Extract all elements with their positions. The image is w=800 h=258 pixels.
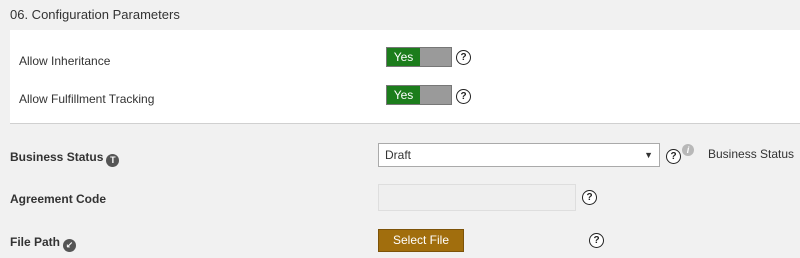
file-path-label-text: File Path: [10, 235, 61, 249]
toggle-off-segment: [420, 48, 451, 66]
allow-fulfillment-tracking-label: Allow Fulfillment Tracking: [19, 92, 155, 106]
business-status-selected: Draft: [385, 148, 412, 162]
agreement-code-label: Agreement Code: [10, 192, 107, 206]
agreement-code-input[interactable]: [378, 184, 576, 211]
info-icon[interactable]: i: [682, 144, 694, 156]
toggle-yes-label: Yes: [387, 48, 420, 66]
allow-inheritance-label: Allow Inheritance: [19, 54, 111, 68]
business-status-label-text: Business Status: [10, 150, 104, 164]
help-icon[interactable]: ?: [456, 50, 471, 65]
business-status-select[interactable]: Draft ▼: [378, 143, 660, 167]
section-title: 06. Configuration Parameters: [10, 7, 180, 22]
business-status-label: Business Status T: [10, 150, 120, 167]
download-icon: ↙: [63, 239, 77, 252]
config-panel: Allow Inheritance Yes ? Allow Fulfillmen…: [10, 30, 800, 124]
allow-fulfillment-tracking-toggle[interactable]: Yes: [386, 85, 452, 105]
help-icon[interactable]: ?: [666, 149, 681, 164]
help-icon[interactable]: ?: [582, 190, 597, 205]
help-icon[interactable]: ?: [456, 89, 471, 104]
file-path-label: File Path ↙: [10, 235, 77, 252]
toggle-yes-label: Yes: [387, 86, 420, 104]
select-file-button[interactable]: Select File: [378, 229, 464, 252]
allow-inheritance-toggle[interactable]: Yes: [386, 47, 452, 67]
help-icon[interactable]: ?: [589, 233, 604, 248]
business-status-side-label: Business Status: [708, 147, 795, 161]
toggle-off-segment: [420, 86, 451, 104]
dropdown-arrow-icon: ▼: [644, 150, 653, 160]
text-type-icon: T: [106, 154, 120, 167]
